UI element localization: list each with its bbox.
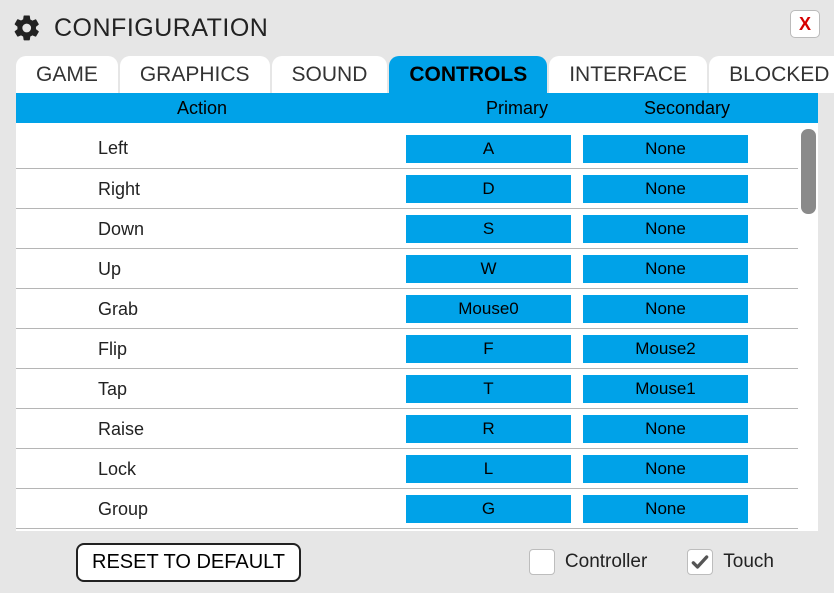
bindings-scroll-area: LeftANoneRightDNoneDownSNoneUpWNoneGrabM… [16, 123, 818, 531]
secondary-key-button[interactable]: None [583, 215, 748, 243]
secondary-key-button[interactable]: None [583, 495, 748, 523]
page-title: CONFIGURATION [54, 14, 268, 43]
col-header-action: Action [32, 98, 432, 119]
action-label: Left [16, 138, 406, 159]
primary-key-button[interactable]: A [406, 135, 571, 163]
binding-row: TapT Mouse1 [16, 369, 798, 409]
tab-interface[interactable]: INTERFACE [549, 56, 707, 93]
reset-to-default-button[interactable]: RESET TO DEFAULT [76, 543, 301, 582]
secondary-key-button[interactable]: None [583, 455, 748, 483]
tab-controls[interactable]: CONTROLS [389, 56, 547, 93]
binding-row: UpW None [16, 249, 798, 289]
binding-row: DownS None [16, 209, 798, 249]
scrollbar-thumb[interactable] [801, 129, 816, 214]
col-header-primary: Primary [432, 98, 602, 119]
secondary-key-button[interactable]: None [583, 295, 748, 323]
secondary-key-button[interactable]: None [583, 175, 748, 203]
action-label: Group [16, 499, 406, 520]
touch-label: Touch [723, 551, 774, 573]
action-label: Down [16, 219, 406, 240]
footer: RESET TO DEFAULT Controller Touch [0, 531, 834, 593]
action-label: Up [16, 259, 406, 280]
primary-key-button[interactable]: Mouse0 [406, 295, 571, 323]
tab-sound[interactable]: SOUND [272, 56, 388, 93]
tab-blocked[interactable]: BLOCKED [709, 56, 834, 93]
col-header-secondary: Secondary [602, 98, 772, 119]
action-label: Lock [16, 459, 406, 480]
tab-bar: GAMEGRAPHICSSOUNDCONTROLSINTERFACEBLOCKE… [0, 56, 834, 93]
secondary-key-button[interactable]: None [583, 415, 748, 443]
primary-key-button[interactable]: S [406, 215, 571, 243]
secondary-key-button[interactable]: None [583, 255, 748, 283]
secondary-key-button[interactable]: Mouse1 [583, 375, 748, 403]
bindings-list: LeftANoneRightDNoneDownSNoneUpWNoneGrabM… [16, 123, 798, 529]
primary-key-button[interactable]: T [406, 375, 571, 403]
gear-icon [12, 13, 42, 43]
primary-key-button[interactable]: F [406, 335, 571, 363]
action-label: Flip [16, 339, 406, 360]
binding-row: GroupG None [16, 489, 798, 529]
controller-checkbox[interactable] [529, 549, 555, 575]
primary-key-button[interactable]: W [406, 255, 571, 283]
binding-row: RightD None [16, 169, 798, 209]
titlebar: CONFIGURATION [0, 0, 834, 50]
binding-row: FlipF Mouse2 [16, 329, 798, 369]
close-button[interactable]: X [790, 10, 820, 38]
action-label: Right [16, 179, 406, 200]
secondary-key-button[interactable]: None [583, 135, 748, 163]
secondary-key-button[interactable]: Mouse2 [583, 335, 748, 363]
primary-key-button[interactable]: L [406, 455, 571, 483]
primary-key-button[interactable]: R [406, 415, 571, 443]
config-window: CONFIGURATION X GAMEGRAPHICSSOUNDCONTROL… [0, 0, 834, 593]
scrollbar[interactable] [801, 129, 816, 525]
tab-game[interactable]: GAME [16, 56, 118, 93]
binding-row: LockL None [16, 449, 798, 489]
tab-graphics[interactable]: GRAPHICS [120, 56, 270, 93]
touch-checkbox[interactable] [687, 549, 713, 575]
column-header-row: Action Primary Secondary [16, 93, 818, 123]
action-label: Grab [16, 299, 406, 320]
binding-row: GrabMouse0 None [16, 289, 798, 329]
controller-toggle[interactable]: Controller [529, 549, 647, 575]
action-label: Tap [16, 379, 406, 400]
primary-key-button[interactable]: G [406, 495, 571, 523]
action-label: Raise [16, 419, 406, 440]
binding-row: LeftA None [16, 123, 798, 169]
primary-key-button[interactable]: D [406, 175, 571, 203]
binding-row: RaiseR None [16, 409, 798, 449]
controller-label: Controller [565, 551, 647, 573]
touch-toggle[interactable]: Touch [687, 549, 774, 575]
